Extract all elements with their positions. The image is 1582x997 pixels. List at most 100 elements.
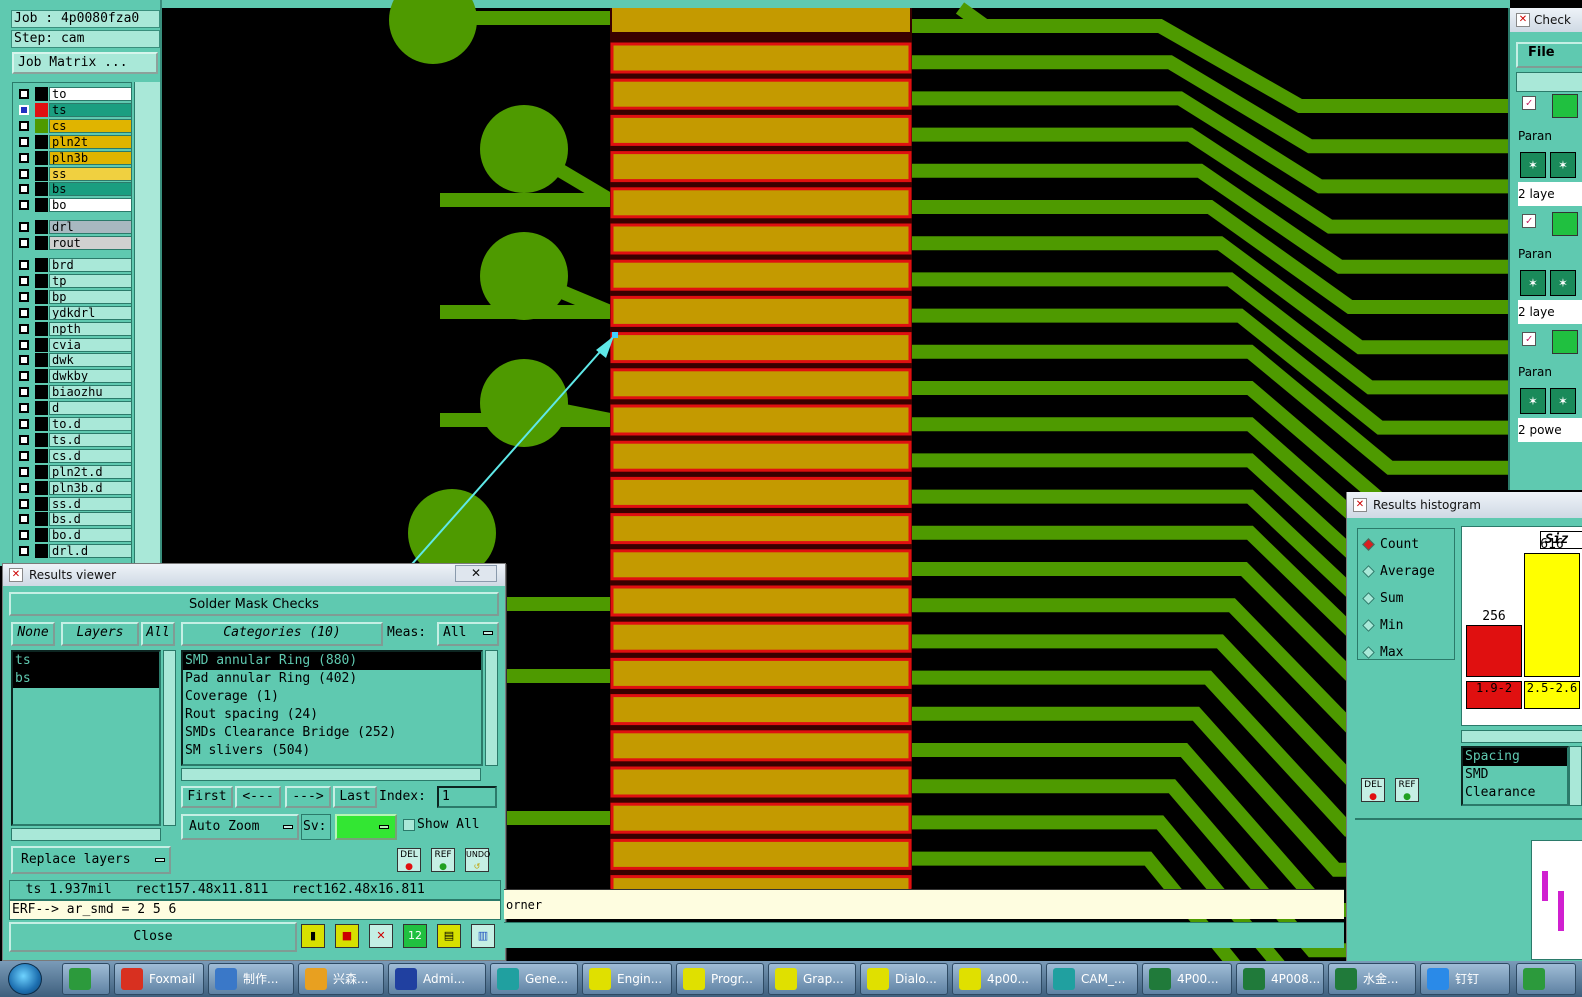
last-button[interactable]: Last <box>333 786 377 808</box>
layer-checkbox[interactable] <box>19 371 29 382</box>
layer-checkbox[interactable] <box>19 200 29 211</box>
layers-button[interactable]: Layers <box>61 622 139 646</box>
taskbar-button[interactable]: CAM_... <box>1046 963 1138 995</box>
layers-vertical-scrollbar[interactable] <box>163 650 176 826</box>
all-button[interactable]: All <box>141 622 175 646</box>
measure-tool-icon[interactable]: ▮ <box>301 924 325 948</box>
taskbar-button[interactable]: Gene... <box>490 963 578 995</box>
layer-checkbox[interactable] <box>19 136 29 147</box>
layer-checkbox[interactable] <box>19 450 29 461</box>
start-button[interactable] <box>8 963 42 995</box>
mode-average-radio[interactable]: Average <box>1362 562 1435 582</box>
layer-checkbox[interactable] <box>19 419 29 429</box>
layer-row-pln2t[interactable]: pln2t <box>15 134 131 149</box>
histogram-checks-list[interactable]: Spacing SMD Clearance <box>1461 746 1569 806</box>
taskbar-button[interactable]: 兴森... <box>298 963 384 995</box>
delete-result-button[interactable]: DEL ● <box>397 848 421 872</box>
zoom-tool-icon[interactable]: ■ <box>335 924 359 948</box>
layer-checkbox[interactable] <box>19 403 29 414</box>
layer-row-bo.d[interactable]: bo.d <box>15 528 131 543</box>
erf-tool-icon[interactable]: ✕ <box>369 924 393 948</box>
categories-vertical-scrollbar[interactable] <box>485 650 498 766</box>
mode-min-radio[interactable]: Min <box>1362 616 1403 636</box>
check-action-icon[interactable] <box>1552 212 1578 236</box>
layer-row-tp[interactable]: tp <box>15 273 131 288</box>
layer-row-bs.d[interactable]: bs.d <box>15 512 131 527</box>
taskbar-button[interactable]: 4p00... <box>952 963 1042 995</box>
taskbar-button[interactable] <box>1516 963 1576 995</box>
layer-row-rout[interactable]: rout <box>15 236 131 251</box>
layer-row-to.d[interactable]: to.d <box>15 417 131 431</box>
layer-checkbox[interactable] <box>19 514 29 525</box>
run-check-icon[interactable]: ✶ <box>1550 388 1576 414</box>
taskbar-button[interactable]: 4P008... <box>1236 963 1324 995</box>
layer-list-scrollbar[interactable] <box>134 82 160 566</box>
layer-checkbox[interactable] <box>19 238 29 249</box>
histogram-delete-button[interactable]: DEL ● <box>1361 778 1385 802</box>
categories-listbox[interactable]: SMD annular Ring (880) Pad annular Ring (… <box>181 650 483 766</box>
layer-row-ts[interactable]: ts <box>15 102 131 117</box>
category-item[interactable]: SMDs Clearance Bridge (252) <box>183 724 481 742</box>
histogram-scrollbar[interactable] <box>1461 730 1582 743</box>
auto-zoom-dropdown[interactable]: Auto Zoom <box>181 814 299 840</box>
histogram-tool-icon[interactable]: ▥ <box>471 924 495 948</box>
run-check-icon[interactable]: ✶ <box>1520 388 1546 414</box>
layer-row-bs[interactable]: bs <box>15 182 131 197</box>
histogram-titlebar[interactable]: ✕ Results histogram <box>1347 492 1582 518</box>
layer-row-biaozhu[interactable]: biaozhu <box>15 385 131 400</box>
layer-checkbox[interactable] <box>19 466 29 477</box>
categories-button[interactable]: Categories (10) <box>181 622 383 646</box>
layer-checkbox[interactable] <box>19 104 29 115</box>
layer-checkbox[interactable] <box>19 482 29 493</box>
layer-checkbox[interactable] <box>19 222 29 233</box>
taskbar-button[interactable]: 制作... <box>208 963 294 995</box>
run-check-icon[interactable]: ✶ <box>1520 270 1546 296</box>
index-input[interactable]: 1 <box>437 786 497 808</box>
undo-button[interactable]: UNDO ↺ <box>465 848 490 872</box>
job-matrix-button[interactable]: Job Matrix ... <box>12 52 158 74</box>
taskbar-button[interactable]: 钉钉 <box>1420 963 1510 995</box>
layer-row-npth[interactable]: npth <box>15 321 131 336</box>
layer-row-pln2t.d[interactable]: pln2t.d <box>15 464 131 479</box>
category-item[interactable]: Coverage (1) <box>183 688 481 706</box>
layer-row-cs.d[interactable]: cs.d <box>15 448 131 463</box>
mode-sum-radio[interactable]: Sum <box>1362 589 1403 609</box>
categories-horizontal-scrollbar[interactable] <box>181 768 481 781</box>
layer-checkbox[interactable] <box>19 291 29 302</box>
layers-horizontal-scrollbar[interactable] <box>11 828 161 841</box>
taskbar-button[interactable]: Admi... <box>388 963 486 995</box>
category-item[interactable]: Pad annular Ring (402) <box>183 670 481 688</box>
layer-result-item[interactable]: bs <box>13 670 159 688</box>
mode-count-radio[interactable]: Count <box>1362 535 1419 555</box>
category-item[interactable]: SMD annular Ring (880) <box>183 652 481 670</box>
layer-row-brd[interactable]: brd <box>15 258 131 272</box>
layer-checkbox[interactable] <box>19 120 29 131</box>
sv-color-dropdown[interactable] <box>335 814 397 840</box>
taskbar-button[interactable]: Grap... <box>768 963 856 995</box>
layer-row-dwk[interactable]: dwk <box>15 353 131 368</box>
none-button[interactable]: None <box>11 622 55 646</box>
layer-row-ss.d[interactable]: ss.d <box>15 496 131 511</box>
layer-row-ydkdrl[interactable]: ydkdrl <box>15 305 131 320</box>
taskbar-button[interactable]: 水金... <box>1328 963 1416 995</box>
layer-row-pln3b[interactable]: pln3b <box>15 150 131 165</box>
number-tool-icon[interactable]: 12 <box>403 924 427 948</box>
replace-layers-dropdown[interactable]: Replace layers <box>11 846 171 874</box>
checklist-titlebar[interactable]: ✕ Check <box>1510 8 1582 32</box>
layer-checkbox[interactable] <box>19 275 29 286</box>
check-status-icon[interactable]: ✓ <box>1522 332 1536 346</box>
previous-button[interactable]: <--- <box>235 786 281 808</box>
category-item[interactable]: Rout spacing (24) <box>183 706 481 724</box>
taskbar-button[interactable]: Progr... <box>676 963 764 995</box>
layer-row-bo[interactable]: bo <box>15 198 131 213</box>
mode-max-radio[interactable]: Max <box>1362 643 1403 663</box>
close-window-button[interactable]: ✕ <box>455 565 497 582</box>
category-item[interactable]: SM slivers (504) <box>183 742 481 760</box>
taskbar-button[interactable]: Engin... <box>582 963 672 995</box>
taskbar-button[interactable]: 4P00... <box>1142 963 1232 995</box>
check-status-icon[interactable]: ✓ <box>1522 214 1536 228</box>
layer-row-ts.d[interactable]: ts.d <box>15 432 131 447</box>
layer-checkbox[interactable] <box>19 323 29 334</box>
reference-button[interactable]: REF ● <box>431 848 455 872</box>
layer-row-dwkby[interactable]: dwkby <box>15 369 131 384</box>
